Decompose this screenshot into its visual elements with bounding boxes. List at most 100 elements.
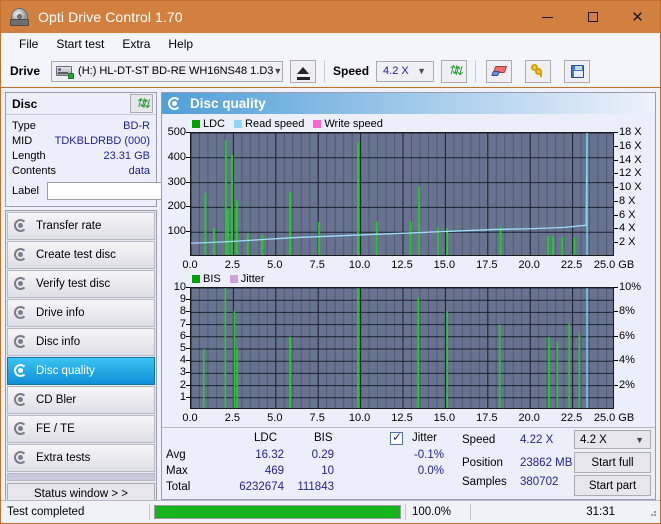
page-title: Disc quality [190, 96, 266, 111]
start-part-button[interactable]: Start part [574, 475, 651, 496]
disc-label-label: Label [12, 184, 39, 197]
keys-button[interactable] [525, 59, 552, 83]
y2tick-mark [614, 173, 618, 175]
ytick-mark [186, 348, 190, 349]
menu-item-start-test[interactable]: Start test [47, 34, 113, 54]
bis-jitter-chart-xtick-label: 12.5 [391, 412, 413, 424]
ytick-mark [186, 299, 190, 301]
main-area: Disc ⇅ ⇅ Type BD-R MID TDKBLDRBD (000) L… [1, 88, 660, 507]
erase-button[interactable] [486, 59, 513, 83]
drive-select[interactable]: (H:) HL-DT-ST BD-RE WH16NS48 1.D3 ▼ [51, 60, 284, 82]
status-message: Test completed [7, 506, 85, 518]
bis-total-value: 111843 [297, 481, 334, 493]
refresh-icon: ⇅ ⇅ [448, 63, 464, 78]
maximize-button[interactable] [570, 1, 615, 33]
disc-row-mid: MID TDKBLDRBD (000) [12, 133, 150, 148]
close-button[interactable]: ✕ [615, 1, 660, 33]
stats-header-ldc: LDC [254, 432, 278, 444]
ldc-max-value: 469 [264, 465, 284, 477]
ldc-chart-plot [190, 132, 614, 256]
ytick-mark [186, 287, 190, 288]
y2tick-mark [614, 311, 618, 313]
ldc-chart-y2tick-label: 18 X [619, 126, 642, 138]
y2tick-mark [614, 214, 618, 216]
nav-filler [7, 473, 155, 481]
legend-entry: Jitter [229, 273, 265, 285]
menu-item-file[interactable]: File [10, 34, 47, 54]
ldc-total-value: 6232674 [239, 481, 284, 493]
ytick-mark [186, 132, 190, 133]
jitter-avg-value: -0.1% [413, 449, 444, 461]
legend-swatch-icon [313, 120, 322, 128]
fe-te-icon [14, 422, 29, 436]
sidebar-item-label: Drive info [36, 307, 85, 319]
test-speed-select[interactable]: 4.2 X ▼ [574, 430, 651, 449]
ldc-chart-legend: LDC Read speed Write speed [192, 118, 388, 130]
refresh-button[interactable]: ⇅ ⇅ [441, 59, 468, 83]
minimize-button[interactable] [525, 1, 570, 33]
stats-row-max-label: Max [166, 465, 188, 477]
ytick-mark [186, 323, 190, 325]
sidebar-item-transfer-rate[interactable]: Transfer rate [7, 212, 155, 240]
y2tick-mark [614, 287, 618, 288]
close-icon: ✕ [631, 7, 644, 26]
title-bar: Opti Drive Control 1.70 ✕ [1, 1, 660, 33]
sidebar-item-label: Transfer rate [36, 220, 102, 232]
sidebar-item-label: CD Bler [36, 394, 77, 406]
sidebar-item-disc-quality[interactable]: Disc quality [7, 357, 155, 385]
bis-jitter-chart-ytick-label: 10 [173, 281, 186, 293]
ytick-mark [186, 231, 190, 233]
disc-label-row: Label [12, 179, 249, 202]
toolbar-divider-1 [324, 60, 326, 82]
y2tick-mark [614, 187, 618, 189]
menu-bar: File Start test Extra Help [1, 33, 660, 55]
eraser-icon [490, 66, 507, 76]
chevron-down-icon: ▼ [417, 66, 427, 76]
sidebar-item-create-test-disc[interactable]: Create test disc [7, 241, 155, 269]
legend-label: Read speed [245, 118, 305, 130]
menu-item-extra[interactable]: Extra [113, 34, 159, 54]
elapsed-time: 31:31 [586, 506, 615, 518]
disc-refresh-button[interactable]: ⇅ ⇅ [130, 94, 153, 113]
menu-item-help[interactable]: Help [159, 34, 202, 54]
ytick-mark [186, 206, 190, 208]
y2tick-mark [614, 200, 618, 202]
jitter-checkbox[interactable] [390, 430, 403, 445]
keys-icon [530, 64, 546, 78]
sidebar-item-cd-bler[interactable]: CD Bler [7, 386, 155, 414]
extra-tests-icon [14, 451, 29, 465]
drive-icon [56, 64, 75, 79]
bis-jitter-chart-legend: BIS Jitter [192, 273, 270, 285]
drive-info-icon [14, 306, 29, 320]
y2tick-mark [614, 159, 618, 161]
stats-row-avg-label: Avg [166, 449, 186, 461]
maximize-icon [587, 12, 598, 22]
legend-swatch-icon [192, 275, 200, 283]
disc-panel-title: Disc [12, 96, 38, 111]
position-label: Position [462, 457, 503, 469]
sidebar-item-disc-info[interactable]: Disc info [7, 328, 155, 356]
start-full-button[interactable]: Start full [574, 452, 651, 473]
speed-label: Speed [333, 64, 370, 78]
resize-grip[interactable] [647, 507, 657, 517]
sidebar-item-label: Disc quality [36, 365, 95, 377]
eject-button[interactable] [290, 59, 317, 83]
drive-select-value: (H:) HL-DT-ST BD-RE WH16NS48 1.D3 [78, 65, 274, 77]
speed-select[interactable]: 4.2 X ▼ [376, 60, 435, 82]
sidebar-item-verify-test-disc[interactable]: Verify test disc [7, 270, 155, 298]
status-bar: Test completed 100.0% 31:31 [1, 500, 660, 523]
window-title: Opti Drive Control 1.70 [38, 9, 183, 25]
sidebar-item-extra-tests[interactable]: Extra tests [7, 444, 155, 472]
sidebar-item-drive-info[interactable]: Drive info [7, 299, 155, 327]
y2tick-mark [614, 360, 618, 362]
minimize-icon [542, 16, 553, 18]
bis-avg-value: 0.29 [311, 449, 334, 461]
cd-bler-icon [14, 393, 29, 407]
save-button[interactable] [564, 59, 591, 83]
ldc-chart-ytick-label: 300 [167, 175, 186, 188]
samples-value: 380702 [520, 476, 559, 488]
bis-jitter-chart-xtick-label: 20.0 [518, 412, 540, 424]
bis-jitter-chart-plot [190, 287, 614, 409]
sidebar-item-fe-te[interactable]: FE / TE [7, 415, 155, 443]
disc-info-rows: Type BD-R MID TDKBLDRBD (000) Length 23.… [6, 115, 249, 206]
